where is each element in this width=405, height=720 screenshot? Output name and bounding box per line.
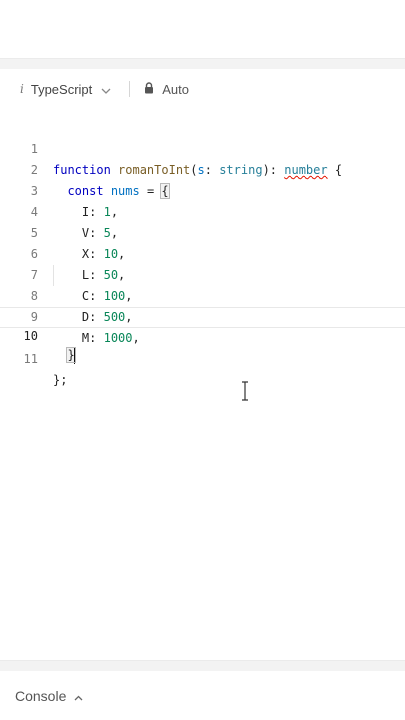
console-panel-bar: Console (0, 671, 405, 720)
chevron-down-icon (101, 82, 111, 97)
code-line[interactable]: 3 I: 1, (0, 160, 405, 219)
mode-label[interactable]: Auto (162, 82, 189, 97)
text-cursor (73, 347, 75, 364)
console-label: Console (15, 687, 67, 704)
code-editor[interactable]: 1 function romanToInt(s: string): number… (0, 118, 405, 638)
language-info-icon: i (20, 82, 24, 96)
chevron-up-icon (74, 688, 83, 704)
lock-icon (144, 81, 154, 97)
code-line[interactable]: 11 }; (0, 328, 405, 387)
code-line[interactable]: 1 function romanToInt(s: string): number… (0, 118, 405, 177)
language-select[interactable]: i TypeScript (20, 82, 111, 97)
toolbar-divider (129, 81, 131, 97)
editor-toolbar: i TypeScript Auto (0, 69, 405, 109)
console-toggle-button[interactable]: Console (15, 688, 83, 704)
code-line[interactable]: 5 X: 10, (0, 202, 405, 261)
code-line[interactable]: 4 V: 5, (0, 181, 405, 240)
console-separator (0, 660, 405, 671)
code-line[interactable]: 8 D: 500, (0, 265, 405, 324)
line-number: 11 (23, 352, 38, 366)
text-cursor-icon (241, 381, 249, 401)
code-line[interactable]: 9 M: 1000, (0, 286, 405, 345)
code-text: }; (53, 373, 68, 387)
code-line[interactable]: 6 L: 50, (0, 223, 405, 282)
top-blank-area (0, 0, 405, 58)
language-label: TypeScript (30, 81, 93, 97)
code-line[interactable]: 7 C: 100, (0, 244, 405, 303)
code-line[interactable]: 2 const nums = { (0, 139, 405, 199)
toolbar-separator (0, 58, 405, 69)
code-line-active[interactable]: 10 } (0, 307, 405, 364)
